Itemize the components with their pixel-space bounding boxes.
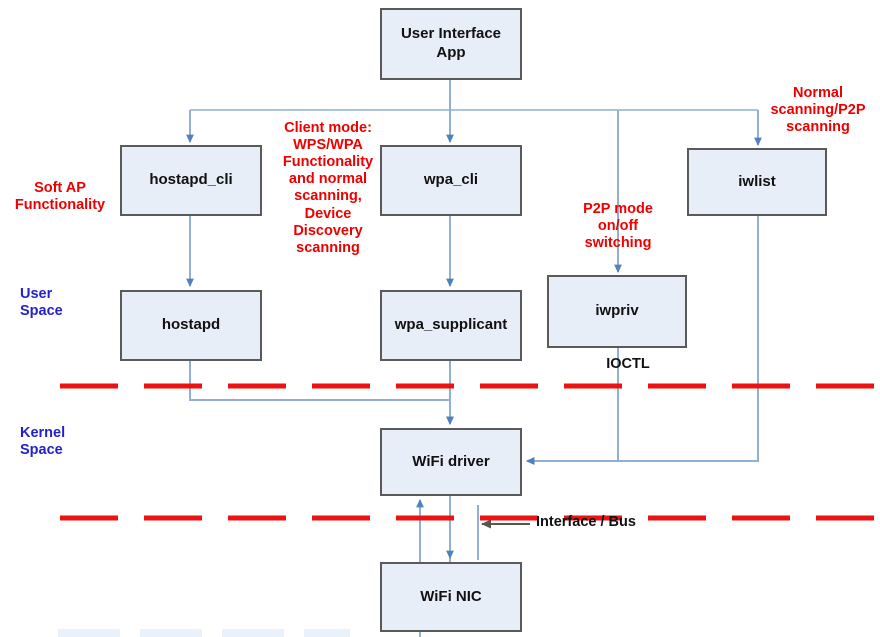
node-label: WiFi driver bbox=[412, 452, 490, 470]
node-user-interface-app[interactable]: User Interface App bbox=[380, 8, 522, 80]
node-label: hostapd bbox=[161, 316, 221, 334]
node-iwpriv[interactable]: iwpriv bbox=[547, 275, 687, 348]
annotation-normal-scanning: Normal scanning/P2P scanning bbox=[770, 85, 866, 136]
node-iwlist[interactable]: iwlist bbox=[687, 148, 827, 216]
annotation-interface-bus: Interface / Bus bbox=[536, 514, 636, 530]
node-label: wpa_supplicant bbox=[394, 316, 508, 334]
annotation-ioctl: IOCTL bbox=[606, 356, 650, 372]
annotation-client-mode: Client mode: WPS/WPA Functionality and n… bbox=[282, 120, 374, 256]
node-hostapd[interactable]: hostapd bbox=[120, 290, 262, 361]
node-hostapd-cli[interactable]: hostapd_cli bbox=[120, 145, 262, 216]
annotation-kernel-space: Kernel Space bbox=[20, 425, 66, 459]
bottom-ghost-strip-3 bbox=[222, 629, 284, 637]
bottom-ghost-strip-2 bbox=[140, 629, 202, 637]
node-wpa-cli[interactable]: wpa_cli bbox=[380, 145, 522, 216]
node-wpa-supplicant[interactable]: wpa_supplicant bbox=[380, 290, 522, 361]
annotation-p2p-mode: P2P mode on/off switching bbox=[583, 201, 653, 252]
bottom-ghost-strip-4 bbox=[304, 629, 350, 637]
node-label: wpa_cli bbox=[423, 171, 479, 189]
node-label: WiFi NIC bbox=[420, 587, 482, 605]
annotation-user-space: User Space bbox=[20, 286, 63, 320]
node-label: iwpriv bbox=[595, 302, 639, 320]
bottom-ghost-strip-1 bbox=[58, 629, 120, 637]
node-label-secondary: App bbox=[436, 44, 466, 61]
node-label: User Interface bbox=[400, 25, 502, 43]
node-label: iwlist bbox=[738, 172, 776, 190]
diagram-canvas: User Interface App hostapd_cli wpa_cli i… bbox=[0, 0, 880, 637]
node-label: hostapd_cli bbox=[149, 171, 233, 189]
node-wifi-nic[interactable]: WiFi NIC bbox=[380, 562, 522, 632]
annotation-soft-ap-functionality: Soft AP Functionality bbox=[14, 180, 106, 214]
node-wifi-driver[interactable]: WiFi driver bbox=[380, 428, 522, 496]
